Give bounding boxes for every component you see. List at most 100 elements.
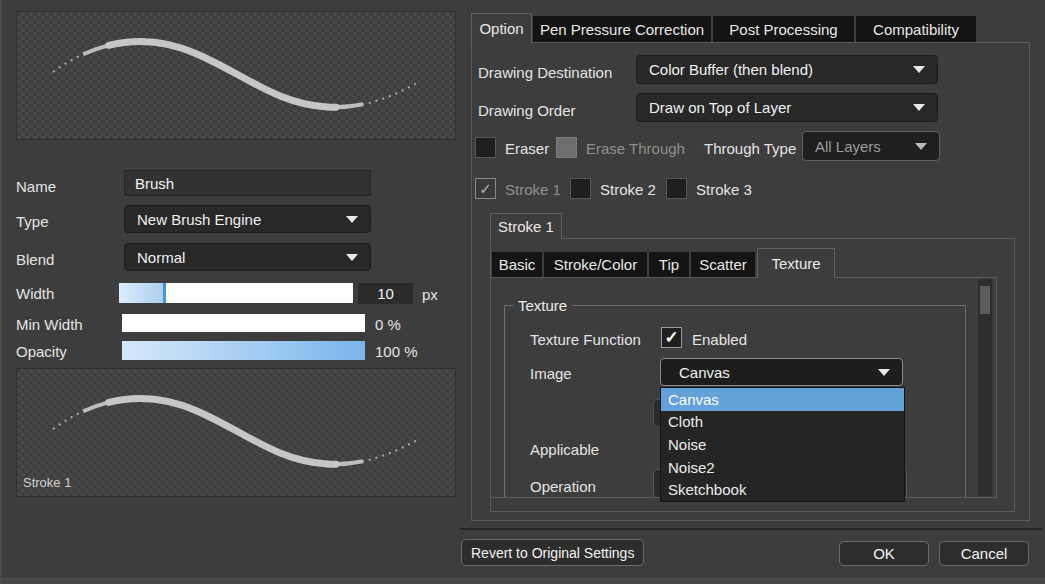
option-label: Noise bbox=[668, 436, 706, 453]
chevron-down-icon bbox=[913, 66, 925, 73]
tab-label: Option bbox=[479, 20, 523, 37]
stroke2-label: Stroke 2 bbox=[600, 181, 656, 198]
tab-label: Tip bbox=[659, 256, 679, 273]
tab-label: Scatter bbox=[699, 256, 747, 273]
brush-stroke-preview bbox=[17, 12, 453, 137]
texture-groupbox-legend: Texture bbox=[513, 297, 572, 314]
through-type-dropdown: All Layers bbox=[802, 131, 940, 161]
scrollbar-track[interactable] bbox=[978, 279, 992, 496]
tab-texture[interactable]: Texture bbox=[757, 248, 835, 278]
image-dropdown[interactable]: Canvas bbox=[660, 358, 903, 386]
chevron-down-icon bbox=[346, 216, 358, 223]
brush-stroke-preview bbox=[17, 369, 453, 494]
tab-tip[interactable]: Tip bbox=[649, 252, 689, 277]
texture-function-checkbox[interactable]: ✓ bbox=[661, 327, 682, 348]
window-bottom-edge bbox=[2, 577, 1045, 584]
tab-pen-pressure-correction[interactable]: Pen Pressure Correction bbox=[533, 16, 711, 42]
min-width-value: 0 % bbox=[375, 316, 401, 333]
tab-stroke1[interactable]: Stroke 1 bbox=[490, 213, 562, 239]
tab-post-processing[interactable]: Post Processing bbox=[713, 16, 854, 42]
chevron-down-icon bbox=[878, 369, 890, 376]
min-width-label: Min Width bbox=[16, 316, 83, 333]
width-unit: px bbox=[422, 286, 438, 303]
option-label: Noise2 bbox=[668, 459, 715, 476]
drawing-order-value: Draw on Top of Layer bbox=[649, 99, 791, 116]
image-dropdown-list: Canvas Cloth Noise Noise2 Sketchbook bbox=[660, 387, 905, 502]
width-slider-fill bbox=[119, 283, 163, 303]
image-value: Canvas bbox=[679, 364, 730, 381]
type-label: Type bbox=[16, 213, 49, 230]
drawing-order-dropdown[interactable]: Draw on Top of Layer bbox=[636, 93, 938, 122]
button-label: OK bbox=[873, 545, 895, 562]
button-label: Cancel bbox=[961, 545, 1008, 562]
tab-label: Texture bbox=[771, 255, 820, 272]
stroke1-label: Stroke 1 bbox=[505, 181, 561, 198]
brush-preview-stroke1: Stroke 1 bbox=[16, 368, 456, 497]
revert-button[interactable]: Revert to Original Settings bbox=[461, 539, 644, 566]
chevron-down-icon bbox=[915, 143, 927, 150]
texture-function-label: Texture Function bbox=[530, 331, 641, 348]
type-value: New Brush Engine bbox=[137, 211, 261, 228]
erase-through-checkbox bbox=[556, 137, 577, 158]
brush-settings-dialog: Name Brush Type New Brush Engine Blend N… bbox=[0, 0, 1045, 584]
stroke3-label: Stroke 3 bbox=[696, 181, 752, 198]
through-type-value: All Layers bbox=[815, 138, 881, 155]
tab-scatter[interactable]: Scatter bbox=[691, 252, 755, 277]
blend-value: Normal bbox=[137, 249, 185, 266]
name-value: Brush bbox=[135, 175, 174, 192]
dropdown-option-sketchbook[interactable]: Sketchbook bbox=[661, 478, 904, 501]
tab-label: Post Processing bbox=[729, 21, 837, 38]
footer-divider bbox=[460, 528, 1042, 530]
erase-through-label: Erase Through bbox=[586, 140, 685, 157]
name-input[interactable]: Brush bbox=[124, 170, 371, 196]
eraser-checkbox[interactable] bbox=[475, 137, 496, 158]
type-dropdown[interactable]: New Brush Engine bbox=[124, 205, 371, 233]
width-slider-cursor[interactable] bbox=[163, 283, 166, 303]
eraser-label: Eraser bbox=[505, 140, 549, 157]
drawing-destination-value: Color Buffer (then blend) bbox=[649, 61, 813, 78]
tab-label: Compatibility bbox=[873, 21, 959, 38]
blend-dropdown[interactable]: Normal bbox=[124, 243, 371, 271]
dropdown-option-noise2[interactable]: Noise2 bbox=[661, 456, 904, 479]
cancel-button[interactable]: Cancel bbox=[939, 541, 1029, 566]
dropdown-option-noise[interactable]: Noise bbox=[661, 433, 904, 456]
preview-stroke-label: Stroke 1 bbox=[23, 475, 71, 490]
tab-label: Pen Pressure Correction bbox=[540, 21, 704, 38]
image-label: Image bbox=[530, 365, 572, 382]
drawing-order-label: Drawing Order bbox=[478, 102, 576, 119]
applicable-label: Applicable bbox=[530, 441, 599, 458]
tab-basic[interactable]: Basic bbox=[492, 252, 542, 277]
stroke2-checkbox[interactable] bbox=[570, 178, 591, 199]
drawing-destination-dropdown[interactable]: Color Buffer (then blend) bbox=[636, 55, 938, 84]
dropdown-option-cloth[interactable]: Cloth bbox=[661, 411, 904, 434]
tab-compatibility[interactable]: Compatibility bbox=[856, 16, 976, 42]
chevron-down-icon bbox=[346, 254, 358, 261]
width-value: 10 bbox=[377, 285, 394, 302]
width-slider[interactable] bbox=[119, 283, 353, 303]
min-width-slider[interactable] bbox=[122, 314, 365, 332]
tab-stroke-color[interactable]: Stroke/Color bbox=[544, 252, 647, 277]
stroke1-checkbox: ✓ bbox=[475, 178, 496, 199]
tab-option[interactable]: Option bbox=[471, 13, 532, 43]
through-type-label: Through Type bbox=[704, 140, 796, 157]
tab-label: Stroke/Color bbox=[554, 256, 637, 273]
dropdown-option-canvas[interactable]: Canvas bbox=[661, 388, 904, 411]
brush-preview-top bbox=[16, 11, 456, 140]
button-label: Revert to Original Settings bbox=[471, 545, 634, 561]
opacity-value: 100 % bbox=[375, 343, 418, 360]
operation-label: Operation bbox=[530, 478, 596, 495]
ok-button[interactable]: OK bbox=[839, 541, 929, 566]
width-label: Width bbox=[16, 285, 54, 302]
blend-label: Blend bbox=[16, 251, 54, 268]
opacity-slider[interactable] bbox=[122, 341, 365, 360]
option-label: Cloth bbox=[668, 413, 703, 430]
enabled-label: Enabled bbox=[692, 331, 747, 348]
drawing-destination-label: Drawing Destination bbox=[478, 64, 612, 81]
option-label: Canvas bbox=[668, 391, 719, 408]
stroke3-checkbox[interactable] bbox=[666, 178, 687, 199]
tab-label: Basic bbox=[499, 256, 536, 273]
tab-label: Stroke 1 bbox=[498, 218, 554, 235]
scrollbar-thumb[interactable] bbox=[980, 286, 990, 314]
width-value-box[interactable]: 10 bbox=[358, 283, 413, 304]
option-label: Sketchbook bbox=[668, 481, 746, 498]
